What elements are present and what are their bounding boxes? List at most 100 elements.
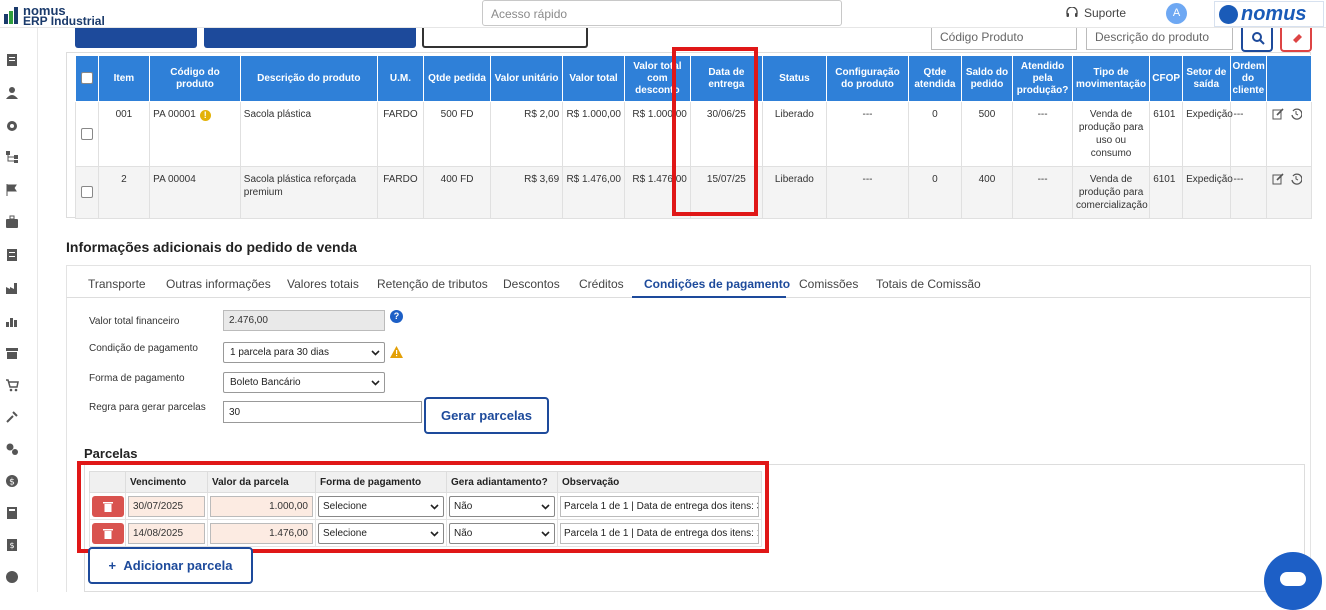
table-row[interactable]: 001 PA 00001! Sacola plástica FARDO 500 … xyxy=(75,101,1313,167)
product-code-input[interactable]: Código Produto xyxy=(931,28,1077,50)
cell-um: FARDO xyxy=(376,166,425,219)
cell-ordem: --- xyxy=(1229,101,1267,167)
dollar-icon[interactable]: $ xyxy=(5,474,19,488)
tab-retencao-tributos[interactable]: Retenção de tributos xyxy=(377,277,488,291)
support-link[interactable]: Suporte xyxy=(1066,6,1126,20)
cell-atendido: --- xyxy=(1012,101,1073,167)
flag-icon[interactable] xyxy=(5,183,19,197)
warning-triangle-icon[interactable] xyxy=(390,346,403,358)
search-button[interactable] xyxy=(1241,28,1273,52)
valor-parcela-input[interactable]: 1.000,00 xyxy=(210,495,313,517)
erp-logo[interactable]: nomus ERP Industrial xyxy=(4,3,114,28)
chat-button[interactable] xyxy=(1264,552,1322,610)
cell-descricao: Sacola plástica xyxy=(239,101,378,167)
gera-adiantamento-select[interactable]: Não xyxy=(449,495,555,517)
cell-ordem: --- xyxy=(1229,166,1267,219)
valor-parcela-input[interactable]: 1.476,00 xyxy=(210,522,313,544)
tab-creditos[interactable]: Créditos xyxy=(579,277,624,291)
row-checkbox[interactable] xyxy=(80,127,93,140)
user-icon[interactable] xyxy=(5,86,19,100)
vencimento-input[interactable]: 14/08/2025 xyxy=(128,522,205,544)
tab-totais-comissao[interactable]: Totais de Comissão xyxy=(876,277,981,291)
row-checkbox[interactable] xyxy=(80,186,93,199)
warning-icon[interactable]: ! xyxy=(199,110,211,121)
product-desc-input[interactable]: Descrição do produto xyxy=(1086,28,1233,50)
sidebar-divider xyxy=(37,28,38,592)
chevron-down-icon xyxy=(430,530,439,537)
edit-icon[interactable] xyxy=(1272,108,1284,120)
briefcase-icon[interactable] xyxy=(5,215,19,229)
factory-logo-icon xyxy=(4,7,18,24)
forma-pagamento-parcela-select[interactable]: Selecione xyxy=(318,522,444,544)
observacao-input[interactable]: Parcela 1 de 1 | Data de entrega dos ite… xyxy=(560,522,759,544)
tab-transporte[interactable]: Transporte xyxy=(88,277,146,291)
total-financeiro-field: 2.476,00 xyxy=(223,310,385,331)
gerar-parcelas-button[interactable]: Gerar parcelas xyxy=(424,397,549,434)
help-icon[interactable]: ? xyxy=(390,310,403,323)
col-qtde-pedida: Qtde pedida xyxy=(423,55,492,102)
nomus-logo: nomus xyxy=(1214,1,1324,27)
hierarchy-icon[interactable] xyxy=(5,150,19,164)
cell-qtde-atendida: 0 xyxy=(908,166,962,219)
cell-codigo: PA 00004 xyxy=(149,166,241,219)
history-icon[interactable] xyxy=(1290,173,1303,185)
cell-status: Liberado xyxy=(761,166,827,219)
document-icon[interactable] xyxy=(5,53,19,67)
col-vencimento: Vencimento xyxy=(125,471,208,493)
chevron-down-icon xyxy=(541,503,550,510)
calculator-icon[interactable] xyxy=(5,506,19,520)
select-all-checkbox[interactable] xyxy=(80,72,93,85)
parcela-row: 30/07/2025 1.000,00 Selecione Não Parcel… xyxy=(89,492,762,520)
action-button-1[interactable] xyxy=(75,28,197,48)
gera-adiantamento-value: Não xyxy=(454,500,473,512)
cell-cfop: 6101 xyxy=(1149,166,1184,219)
observacao-input[interactable]: Parcela 1 de 1 | Data de entrega dos ite… xyxy=(560,495,759,517)
vencimento-input[interactable]: 30/07/2025 xyxy=(128,495,205,517)
edit-icon[interactable] xyxy=(1272,173,1284,185)
cart-icon[interactable] xyxy=(5,378,19,392)
cell-status: Liberado xyxy=(761,101,827,167)
chart-icon[interactable] xyxy=(5,314,19,328)
add-parcela-button[interactable]: + Adicionar parcela xyxy=(88,547,253,584)
tools-icon[interactable] xyxy=(5,410,19,424)
action-button-3[interactable] xyxy=(422,28,588,48)
add-parcela-label: Adicionar parcela xyxy=(123,558,233,573)
tab-valores-totais[interactable]: Valores totais xyxy=(287,277,359,291)
avatar[interactable]: A xyxy=(1166,3,1187,24)
invoice-icon[interactable]: $ xyxy=(5,538,19,552)
clear-filter-button[interactable] xyxy=(1280,28,1312,52)
quick-access-input[interactable]: Acesso rápido xyxy=(482,0,842,26)
tab-outras-informacoes[interactable]: Outras informações xyxy=(166,277,271,291)
delete-parcela-button[interactable] xyxy=(92,522,124,544)
condicao-pagamento-select[interactable]: 1 parcela para 30 dias xyxy=(223,342,385,363)
chevron-down-icon xyxy=(371,380,380,386)
action-button-2[interactable] xyxy=(204,28,416,48)
history-icon[interactable] xyxy=(1290,108,1303,120)
factory-icon[interactable] xyxy=(5,281,19,295)
delete-parcela-button[interactable] xyxy=(92,495,124,517)
table-row[interactable]: 2 PA 00004 Sacola plástica reforçada pre… xyxy=(75,166,1313,219)
forma-pagamento-select[interactable]: Boleto Bancário xyxy=(223,372,385,393)
cell-setor: Expedição xyxy=(1182,101,1233,167)
col-tipo-mov: Tipo de movimentação xyxy=(1071,55,1151,102)
chevron-down-icon xyxy=(371,350,380,356)
tab-condicoes-pagamento[interactable]: Condições de pagamento xyxy=(644,277,790,291)
svg-text:$: $ xyxy=(9,541,14,550)
gear-icon[interactable] xyxy=(5,119,19,133)
receipt-icon[interactable] xyxy=(5,248,19,262)
archive-icon[interactable] xyxy=(5,346,19,360)
parcelas-table: Vencimento Valor da parcela Forma de pag… xyxy=(89,471,762,547)
tab-descontos[interactable]: Descontos xyxy=(503,277,560,291)
globe-icon[interactable] xyxy=(5,570,19,584)
col-delete xyxy=(89,471,126,493)
cell-descricao: Sacola plástica reforçada premium xyxy=(239,166,378,219)
forma-pagamento-parcela-select[interactable]: Selecione xyxy=(318,495,444,517)
gera-adiantamento-select[interactable]: Não xyxy=(449,522,555,544)
parcelas-title: Parcelas xyxy=(84,446,138,461)
regra-parcelas-input[interactable]: 30 xyxy=(223,401,422,423)
col-ordem: Ordem do cliente xyxy=(1229,55,1267,102)
select-all-header[interactable] xyxy=(75,55,99,102)
gears-icon[interactable] xyxy=(5,442,19,456)
col-valor-parcela: Valor da parcela xyxy=(207,471,316,493)
tab-comissoes[interactable]: Comissões xyxy=(799,277,858,291)
